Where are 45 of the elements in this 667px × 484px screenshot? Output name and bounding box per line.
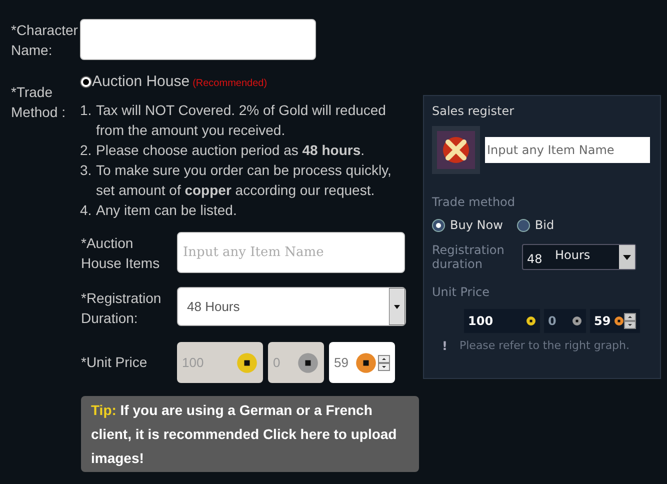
duration-dropdown[interactable]: 48 Hours (177, 287, 406, 326)
section-label: Unit Price (432, 284, 491, 301)
recommended-note: (Recommended) (192, 76, 268, 90)
field-label: *Registration Duration: (81, 289, 162, 328)
item-slot-icon[interactable] (432, 126, 480, 174)
instruction-text: Any item can be listed. (96, 201, 237, 220)
coin-icon (526, 316, 536, 326)
radio-button[interactable] (80, 76, 92, 88)
list-number: 1. (80, 101, 93, 120)
spinner-icon[interactable] (378, 354, 390, 370)
field-label: *Character Name: (11, 21, 79, 60)
warning-icon: ! (442, 337, 448, 355)
input-field[interactable]: Input any Item Name (177, 232, 405, 273)
coin-icon (614, 316, 624, 326)
coin-icon (236, 352, 258, 374)
field-label: *Auction House Items (81, 234, 161, 273)
instruction-text: To make sure you order can be process quickly, set amount of copper according our request. (96, 161, 392, 200)
option-label[interactable]: Buy Now (450, 216, 503, 234)
duration-dropdown[interactable]: 48 Hours (522, 244, 636, 270)
price-field[interactable]: 0 (544, 309, 586, 333)
price-field[interactable]: 100 (464, 309, 540, 333)
field-label: *Unit Price (81, 353, 148, 372)
note-text: Please refer to the right graph. (459, 338, 630, 354)
tip-text: Tip: If you are using a German or a French client, it is recommended Click here to upload images! (91, 401, 398, 468)
field-label: *Trade Method : (11, 83, 66, 122)
coin-icon (297, 352, 319, 374)
radio-button[interactable] (516, 218, 530, 232)
instruction-text: Please choose auction period as 48 hours. (96, 141, 364, 160)
input-field[interactable] (80, 19, 316, 60)
item-name-field[interactable]: Input any Item Name (485, 137, 650, 163)
radio-button[interactable] (432, 218, 445, 232)
option-label[interactable]: Auction House (92, 72, 190, 92)
spinner-icon[interactable] (624, 313, 636, 329)
option-label[interactable]: Bid (534, 216, 554, 234)
section-label: Trade method (432, 194, 516, 211)
list-number: 3. (80, 161, 93, 180)
price-field[interactable]: 59 (329, 342, 395, 383)
coin-icon (355, 352, 377, 374)
price-field[interactable]: 59 (590, 309, 640, 333)
coin-icon (572, 316, 582, 326)
list-number: 2. (80, 141, 93, 160)
section-label: Registration duration (432, 243, 506, 271)
list-number: 4. (80, 201, 93, 220)
panel-title: Sales register (432, 103, 516, 120)
instruction-text: Tax will NOT Covered. 2% of Gold will reduced from the amount you received. (96, 101, 387, 140)
